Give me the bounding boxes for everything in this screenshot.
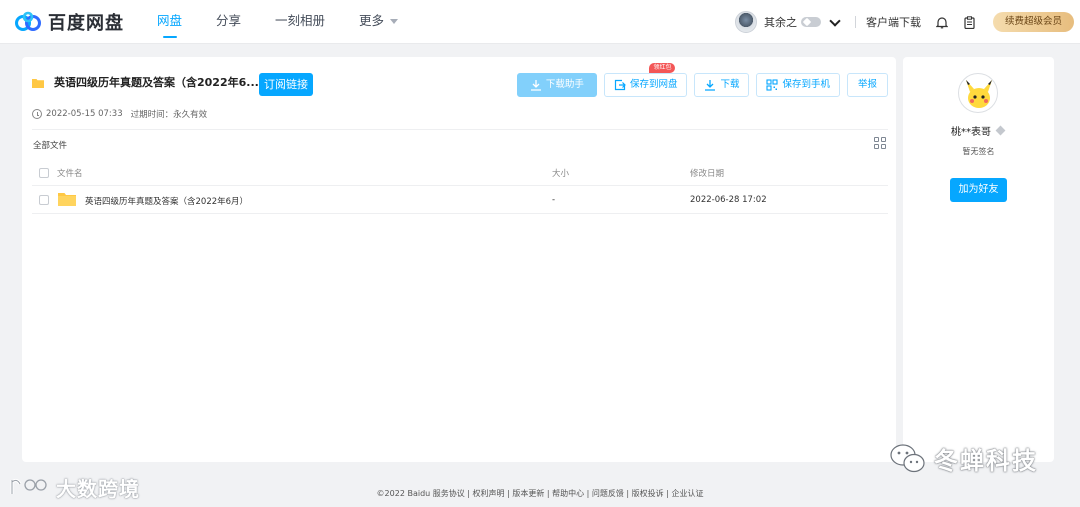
sharer-avatar[interactable] — [958, 73, 998, 113]
sharer-name: 桃**表哥 — [951, 127, 991, 138]
subscribe-link-button[interactable]: 订阅链接 — [259, 73, 313, 96]
watermark-left-text: 大数跨境 — [56, 477, 140, 501]
sharer-panel: 桃**表哥 暂无签名 加为好友 — [903, 57, 1054, 462]
section-divider — [32, 129, 888, 130]
watermark-right: 冬蝉科技 — [888, 441, 1038, 476]
sharer-signature: 暂无签名 — [962, 147, 995, 156]
grid-view-icon[interactable] — [874, 137, 886, 149]
red-packet-badge: 领红包 — [649, 63, 676, 73]
user-avatar[interactable] — [734, 11, 757, 33]
file-size: - — [552, 195, 556, 205]
clipboard-icon[interactable] — [963, 15, 977, 29]
folder-icon — [58, 192, 76, 206]
client-download-link[interactable]: 客户端下载 — [866, 14, 921, 30]
breadcrumb[interactable]: 全部文件 — [33, 139, 67, 151]
user-area: 其余之 客户端下载 续费超级会员 — [734, 0, 1080, 44]
divider — [854, 16, 856, 28]
share-actions: 下载助手 保存到网盘 领红包 下载 保存到手机 举报 — [510, 63, 888, 97]
report-label: 举报 — [857, 79, 877, 90]
download-label: 下载 — [720, 79, 740, 90]
folder-icon — [32, 77, 44, 88]
nav-item-more[interactable]: 更多 — [342, 0, 415, 44]
nav-item-album[interactable]: 一刻相册 — [258, 0, 342, 44]
sharer-name-row: 桃**表哥 — [903, 123, 1054, 138]
column-header-size[interactable]: 大小 — [552, 167, 569, 179]
save-to-phone-label: 保存到手机 — [782, 79, 830, 90]
column-header-name[interactable]: 文件名 — [57, 167, 83, 179]
share-main-panel: 英语四级历年真题及答案（含2022年6... 订阅链接 2022-05-15 0… — [22, 57, 896, 462]
row-checkbox[interactable] — [39, 195, 49, 205]
select-all-checkbox[interactable] — [39, 168, 49, 178]
download-helper-button[interactable]: 下载助手 — [516, 73, 597, 97]
download-icon — [530, 80, 541, 91]
share-expire-time: 过期时间：永久有效 — [130, 110, 208, 120]
vip-diamond-icon — [800, 17, 821, 27]
clock-icon — [32, 109, 42, 119]
cloud-logo-icon — [15, 11, 41, 31]
save-to-pan-button[interactable]: 保存到网盘 领红包 — [603, 63, 688, 97]
share-title-row: 英语四级历年真题及答案（含2022年6... — [32, 74, 259, 90]
file-name[interactable]: 英语四级历年真题及答案（含2022年6月） — [85, 195, 248, 207]
chevron-down-icon[interactable] — [829, 16, 841, 28]
nav-item-more-label: 更多 — [359, 13, 385, 28]
add-friend-button[interactable]: 加为好友 — [950, 178, 1007, 202]
column-header-modified[interactable]: 修改日期 — [690, 167, 724, 179]
top-navbar: 百度网盘 网盘 分享 一刻相册 更多 其余之 客户端下载 续费超级会员 — [0, 0, 1080, 44]
download-button[interactable]: 下载 — [694, 73, 750, 97]
share-title: 英语四级历年真题及答案（含2022年6... — [54, 76, 259, 89]
share-meta: 2022-05-15 07:33 过期时间：永久有效 — [32, 108, 207, 120]
table-row[interactable]: 英语四级历年真题及答案（含2022年6月） - 2022-06-28 17:02 — [32, 186, 888, 214]
renew-vip-button[interactable]: 续费超级会员 — [992, 12, 1074, 32]
page-footer: ©2022 Baidu 服务协议 | 权利声明 | 版本更新 | 帮助中心 | … — [376, 489, 704, 498]
download-icon — [705, 80, 716, 91]
user-name[interactable]: 其余之 — [764, 14, 797, 30]
bell-icon[interactable] — [935, 15, 949, 29]
file-table-header: 文件名 大小 修改日期 — [32, 160, 888, 186]
download-helper-label: 下载助手 — [545, 79, 584, 90]
vip-diamond-icon — [996, 126, 1006, 136]
caret-down-icon — [390, 19, 399, 24]
baidu-netdisk-logo[interactable]: 百度网盘 — [14, 9, 124, 35]
save-to-pan-label: 保存到网盘 — [629, 79, 678, 90]
save-to-phone-button[interactable]: 保存到手机 — [756, 73, 840, 97]
main-nav: 网盘 分享 一刻相册 更多 — [140, 0, 415, 44]
share-created-time: 2022-05-15 07:33 — [46, 109, 123, 119]
qrcode-icon — [766, 79, 779, 91]
wechat-icon — [890, 443, 925, 472]
watermark-logo-icon — [10, 478, 47, 494]
watermark-right-text: 冬蝉科技 — [934, 447, 1038, 475]
file-modified-date: 2022-06-28 17:02 — [690, 195, 767, 205]
save-icon — [614, 79, 626, 91]
nav-item-share[interactable]: 分享 — [199, 0, 258, 44]
report-button[interactable]: 举报 — [846, 73, 888, 97]
watermark-left: 大数跨境 — [8, 473, 140, 502]
nav-item-netdisk[interactable]: 网盘 — [140, 0, 199, 44]
app-name: 百度网盘 — [48, 13, 124, 34]
